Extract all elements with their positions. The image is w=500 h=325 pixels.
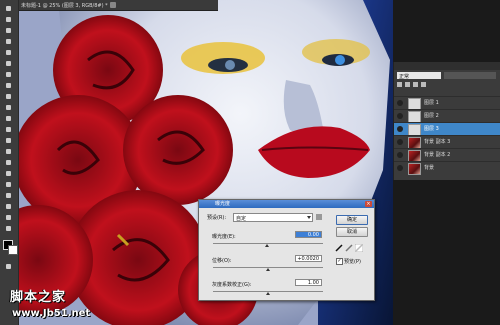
exposure-input[interactable]: 0.00 (295, 231, 322, 238)
shape-tool-icon[interactable] (3, 191, 14, 200)
pen-tool-icon[interactable] (3, 158, 14, 167)
layer-row[interactable]: 背景 副本 2 (394, 148, 500, 162)
dialog-title: 曝光度 (215, 201, 231, 207)
healing-brush-tool-icon[interactable] (3, 70, 14, 79)
dodge-tool-icon[interactable] (3, 147, 14, 156)
cancel-button[interactable]: 取消 (336, 227, 368, 237)
gamma-label: 灰度系数校正(G): (212, 282, 252, 288)
tools-panel (0, 0, 19, 325)
lasso-tool-icon[interactable] (3, 26, 14, 35)
offset-slider-handle[interactable] (266, 268, 270, 271)
preset-value: 自定 (236, 216, 247, 222)
document-tab[interactable]: 未标题-1 @ 25% (图层 3, RGB/8#) * (18, 0, 218, 11)
offset-label: 位移(O): (212, 258, 232, 264)
history-brush-tool-icon[interactable] (3, 103, 14, 112)
layer-lock-toolbar (397, 81, 497, 88)
zoom-tool-icon[interactable] (3, 224, 14, 233)
crop-tool-icon[interactable] (3, 48, 14, 57)
path-selection-tool-icon[interactable] (3, 180, 14, 189)
layers-panel-header (394, 62, 500, 70)
preview-label: 预览(P) (344, 259, 361, 265)
layer-thumbnail (408, 163, 421, 175)
close-tab-icon[interactable] (109, 2, 116, 8)
exposure-dialog: 曝光度 × 预设(R): 自定 曝光度(E): 0.00 位移(O): +0.0… (198, 199, 375, 301)
layer-row[interactable]: 图层 2 (394, 109, 500, 123)
3d-rotate-tool-icon[interactable] (3, 202, 14, 211)
layers-panel: 正常 图层 1 图层 2 图层 3 背景 副本 3 背景 副本 2 背景 (393, 62, 500, 180)
layer-row[interactable]: 背景 (394, 161, 500, 175)
type-tool-icon[interactable] (3, 169, 14, 178)
close-icon[interactable]: × (365, 201, 372, 207)
lock-position-icon[interactable] (413, 82, 418, 87)
visibility-eye-icon[interactable] (397, 126, 403, 132)
ok-button[interactable]: 确定 (336, 215, 368, 225)
preset-label: 预设(R): (207, 215, 227, 221)
visibility-eye-icon[interactable] (397, 152, 403, 158)
layer-name: 背景 副本 3 (424, 139, 451, 145)
layer-name: 背景 副本 2 (424, 152, 451, 158)
blur-tool-icon[interactable] (3, 136, 14, 145)
preset-select[interactable]: 自定 (233, 213, 313, 222)
layer-row-selected[interactable]: 图层 3 (394, 122, 500, 136)
brush-tool-icon[interactable] (3, 81, 14, 90)
eraser-tool-icon[interactable] (3, 114, 14, 123)
document-tab-title: 未标题-1 @ 25% (图层 3, RGB/8#) * (21, 2, 108, 9)
marquee-tool-icon[interactable] (3, 15, 14, 24)
layer-row[interactable]: 图层 1 (394, 96, 500, 110)
gradient-tool-icon[interactable] (3, 125, 14, 134)
black-point-eyedropper-icon[interactable] (335, 244, 343, 252)
lock-pixels-icon[interactable] (405, 82, 410, 87)
watermark-title: 脚本之家 (10, 290, 67, 305)
hand-tool-icon[interactable] (3, 213, 14, 222)
dialog-title-bar[interactable]: 曝光度 (199, 200, 374, 208)
move-tool-icon[interactable] (3, 4, 14, 13)
preview-checkbox[interactable]: ✓ (336, 258, 343, 265)
visibility-eye-icon[interactable] (397, 165, 403, 171)
layer-name: 图层 2 (424, 113, 439, 119)
visibility-eye-icon[interactable] (397, 113, 403, 119)
white-point-eyedropper-icon[interactable] (354, 243, 364, 253)
exposure-slider-handle[interactable] (265, 244, 269, 247)
gamma-slider-handle[interactable] (266, 292, 270, 295)
layer-name: 背景 (424, 165, 435, 171)
magic-wand-tool-icon[interactable] (3, 37, 14, 46)
chevron-down-icon (307, 216, 311, 219)
blend-mode-value: 正常 (399, 74, 410, 80)
blend-mode-select[interactable]: 正常 (397, 72, 441, 80)
background-color-swatch[interactable] (8, 245, 18, 255)
layer-row[interactable]: 背景 副本 3 (394, 135, 500, 149)
gamma-input[interactable]: 1.00 (295, 279, 322, 286)
eyedropper-tool-icon[interactable] (3, 59, 14, 68)
opacity-field[interactable] (444, 72, 496, 79)
offset-input[interactable]: +0.0020 (295, 255, 322, 262)
lock-all-icon[interactable] (421, 82, 426, 87)
watermark-url: www.Jb51.net (12, 308, 91, 319)
layer-name: 图层 1 (424, 100, 439, 106)
quick-mask-icon[interactable] (3, 262, 14, 271)
gray-point-eyedropper-icon[interactable] (345, 244, 353, 252)
visibility-eye-icon[interactable] (397, 139, 403, 145)
exposure-label: 曝光度(E): (212, 234, 236, 240)
clone-stamp-tool-icon[interactable] (3, 92, 14, 101)
watermark: 脚本之家 www.Jb51.net (4, 286, 114, 324)
lock-transparent-icon[interactable] (397, 82, 402, 87)
layer-name: 图层 3 (424, 126, 439, 132)
preset-options-icon[interactable] (316, 214, 322, 220)
visibility-eye-icon[interactable] (397, 100, 403, 106)
